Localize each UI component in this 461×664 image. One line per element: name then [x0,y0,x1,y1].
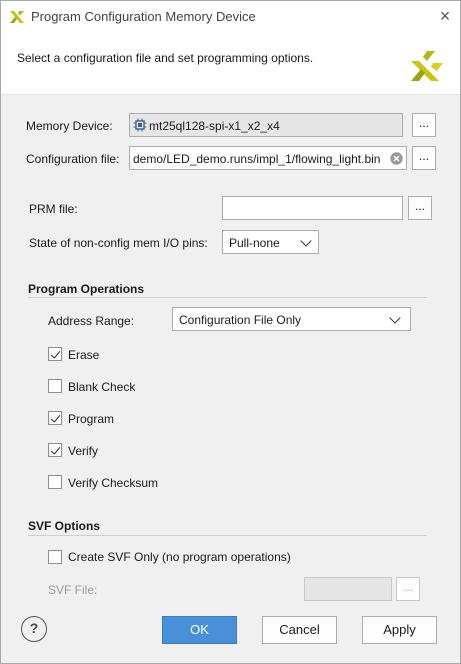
svf-file-input [304,577,392,601]
prm-file-label: PRM file: [29,202,78,216]
address-range-dropdown[interactable]: Configuration File Only [172,307,411,331]
memory-device-value: mt25ql128-spi-x1_x2_x4 [149,119,280,133]
program-config-memory-dialog: Program Configuration Memory Device × Se… [0,0,461,664]
blank-check-label: Blank Check [68,380,136,394]
ok-button[interactable]: OK [162,616,237,644]
chevron-down-icon [389,312,401,324]
create-svf-only-checkbox[interactable] [48,550,62,564]
memory-device-field: mt25ql128-spi-x1_x2_x4 [129,113,403,137]
close-icon[interactable]: × [435,7,455,27]
nonconfig-pins-value: Pull-none [229,236,280,250]
prm-file-input[interactable] [222,196,403,220]
erase-label: Erase [68,348,100,362]
program-operations-title: Program Operations [28,282,145,296]
configuration-file-label: Configuration file: [26,152,120,166]
blank-check-checkbox[interactable] [48,379,62,393]
create-svf-only-label: Create SVF Only (no program operations) [68,550,291,564]
program-operations-divider [28,297,427,298]
verify-checkbox[interactable] [48,443,62,457]
chevron-down-icon [300,235,312,247]
nonconfig-pins-dropdown[interactable]: Pull-none [222,230,319,254]
title-bar[interactable]: Program Configuration Memory Device × [1,1,460,33]
address-range-label: Address Range: [48,314,135,328]
svf-file-browse-button: ... [396,577,420,601]
dialog-description: Select a configuration file and set prog… [17,51,314,65]
configuration-file-input[interactable]: demo/LED_demo.runs/impl_1/flowing_light.… [129,146,407,170]
clear-icon[interactable] [390,152,403,168]
configuration-file-browse-button[interactable]: ... [412,146,436,170]
verify-checksum-label: Verify Checksum [68,476,159,490]
xilinx-logo-icon [9,9,25,28]
program-label: Program [68,412,115,426]
svf-options-divider [28,535,427,536]
cancel-button[interactable]: Cancel [262,616,337,644]
erase-checkbox[interactable] [48,347,62,361]
memory-device-browse-button[interactable]: ... [412,113,436,137]
apply-button[interactable]: Apply [362,616,437,644]
window-title: Program Configuration Memory Device [31,9,256,24]
chip-icon [133,118,147,135]
configuration-file-value: demo/LED_demo.runs/impl_1/flowing_light.… [133,152,381,166]
nonconfig-pins-label: State of non-config mem I/O pins: [29,236,208,250]
svf-options-title: SVF Options [28,519,100,533]
verify-checksum-checkbox[interactable] [48,475,62,489]
xilinx-brand-logo-icon [409,47,445,86]
prm-file-browse-button[interactable]: ... [408,196,432,220]
verify-label: Verify [68,444,99,458]
svf-file-label: SVF File: [48,583,98,597]
address-range-value: Configuration File Only [179,313,302,327]
memory-device-label: Memory Device: [26,119,113,133]
help-icon[interactable]: ? [21,616,47,642]
program-checkbox[interactable] [48,411,62,425]
